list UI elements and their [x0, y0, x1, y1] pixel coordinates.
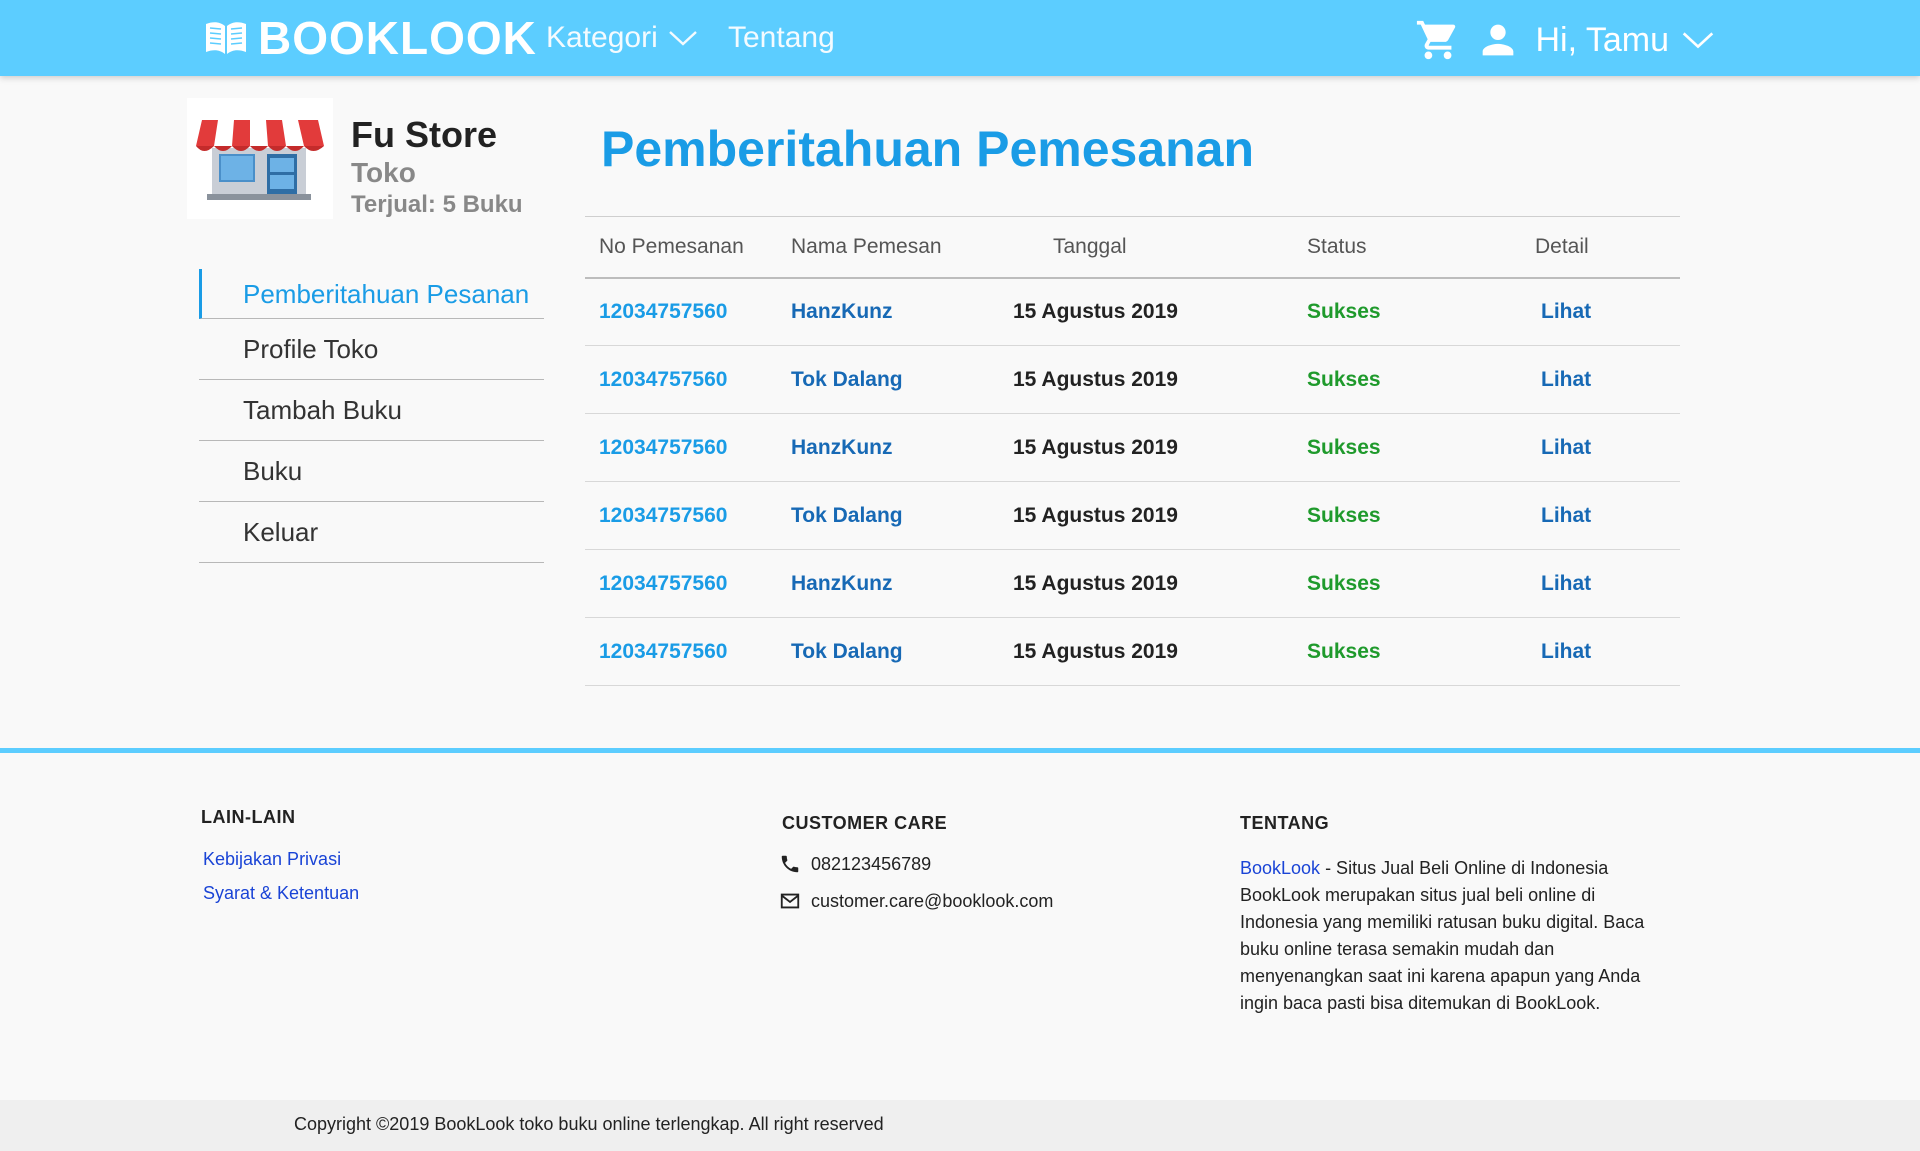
footer-email: customer.care@booklook.com — [779, 890, 1053, 912]
table-row: 12034757560 Tok Dalang 15 Agustus 2019 S… — [585, 481, 1680, 550]
column-header-tanggal: Tanggal — [1013, 216, 1307, 279]
email-address[interactable]: customer.care@booklook.com — [811, 891, 1053, 912]
footer-phone: 082123456789 — [779, 853, 931, 875]
detail-link[interactable]: Lihat — [1541, 504, 1591, 527]
column-header-status: Status — [1307, 216, 1535, 279]
table-row: 12034757560 HanzKunz 15 Agustus 2019 Suk… — [585, 549, 1680, 618]
nav-kategori-label: Kategori — [546, 21, 658, 54]
sidebar-item-profile-toko[interactable]: Profile Toko — [199, 319, 544, 380]
order-status: Sukses — [1307, 277, 1535, 346]
customer-name-link[interactable]: Tok Dalang — [791, 504, 903, 527]
order-date: 15 Agustus 2019 — [1013, 277, 1307, 346]
footer-heading-customer-care: CUSTOMER CARE — [782, 813, 948, 833]
order-date: 15 Agustus 2019 — [1013, 617, 1307, 686]
copyright-bar: Copyright ©2019 BookLook toko buku onlin… — [0, 1100, 1920, 1151]
order-status: Sukses — [1307, 549, 1535, 618]
cart-icon[interactable] — [1415, 17, 1461, 63]
order-status: Sukses — [1307, 617, 1535, 686]
page-title: Pemberitahuan Pemesanan — [601, 121, 1255, 177]
mail-icon — [780, 893, 800, 909]
customer-name-link[interactable]: HanzKunz — [791, 436, 893, 459]
phone-icon — [781, 855, 799, 873]
detail-link[interactable]: Lihat — [1541, 640, 1591, 663]
order-number-link[interactable]: 12034757560 — [599, 300, 727, 323]
chevron-down-icon[interactable] — [1681, 29, 1715, 51]
nav-tentang-label: Tentang — [728, 21, 835, 54]
order-status: Sukses — [1307, 481, 1535, 550]
customer-name-link[interactable]: Tok Dalang — [791, 640, 903, 663]
order-date: 15 Agustus 2019 — [1013, 549, 1307, 618]
column-header-no-pemesanan: No Pemesanan — [585, 216, 791, 279]
sidebar-item-pemberitahuan-pesanan[interactable]: Pemberitahuan Pesanan — [199, 269, 544, 319]
nav-tentang[interactable]: Tentang — [728, 18, 835, 58]
table-row: 12034757560 Tok Dalang 15 Agustus 2019 S… — [585, 345, 1680, 414]
customer-name-link[interactable]: HanzKunz — [791, 572, 893, 595]
footer: LAIN-LAIN Kebijakan Privasi Syarat & Ket… — [0, 748, 1920, 1100]
order-number-link[interactable]: 12034757560 — [599, 436, 727, 459]
footer-heading-lain-lain: LAIN-LAIN — [201, 807, 296, 827]
store-image — [187, 98, 333, 219]
detail-link[interactable]: Lihat — [1541, 436, 1591, 459]
order-date: 15 Agustus 2019 — [1013, 413, 1307, 482]
table-row: 12034757560 HanzKunz 15 Agustus 2019 Suk… — [585, 277, 1680, 346]
store-type: Toko — [351, 157, 416, 188]
nav-user-area: Hi, Tamu — [1415, 12, 1715, 68]
top-navbar: BOOKLOOK Kategori Tentang Hi, Tamu — [0, 0, 1920, 76]
detail-link[interactable]: Lihat — [1541, 572, 1591, 595]
copyright-text: Copyright ©2019 BookLook toko buku onlin… — [294, 1114, 884, 1134]
detail-link[interactable]: Lihat — [1541, 368, 1591, 391]
column-header-nama-pemesan: Nama Pemesan — [791, 216, 1013, 279]
order-date: 15 Agustus 2019 — [1013, 481, 1307, 550]
orders-table: No Pemesanan Nama Pemesan Tanggal Status… — [585, 216, 1680, 686]
customer-name-link[interactable]: Tok Dalang — [791, 368, 903, 391]
sidebar-menu: Pemberitahuan Pesanan Profile Toko Tamba… — [199, 269, 544, 563]
user-greeting[interactable]: Hi, Tamu — [1535, 21, 1669, 60]
order-date: 15 Agustus 2019 — [1013, 345, 1307, 414]
nav-kategori[interactable]: Kategori — [546, 18, 698, 58]
brand-name: BOOKLOOK — [258, 12, 537, 64]
sidebar-item-tambah-buku[interactable]: Tambah Buku — [199, 380, 544, 441]
order-number-link[interactable]: 12034757560 — [599, 572, 727, 595]
table-row: 12034757560 Tok Dalang 15 Agustus 2019 S… — [585, 617, 1680, 686]
order-number-link[interactable]: 12034757560 — [599, 640, 727, 663]
table-row: 12034757560 HanzKunz 15 Agustus 2019 Suk… — [585, 413, 1680, 482]
brand-logo[interactable]: BOOKLOOK — [204, 10, 537, 66]
store-sold-count: Terjual: 5 Buku — [351, 191, 523, 218]
store-icon — [196, 120, 324, 200]
customer-name-link[interactable]: HanzKunz — [791, 300, 893, 323]
detail-link[interactable]: Lihat — [1541, 300, 1591, 323]
sidebar-item-keluar[interactable]: Keluar — [199, 502, 544, 563]
footer-link-syarat-ketentuan[interactable]: Syarat & Ketentuan — [203, 883, 359, 904]
order-status: Sukses — [1307, 413, 1535, 482]
phone-number: 082123456789 — [811, 853, 932, 874]
column-header-detail: Detail — [1535, 216, 1680, 279]
footer-about-brand-link[interactable]: BookLook — [1240, 858, 1320, 878]
book-icon — [206, 22, 246, 54]
order-number-link[interactable]: 12034757560 — [599, 504, 727, 527]
order-status: Sukses — [1307, 345, 1535, 414]
footer-heading-tentang: TENTANG — [1240, 813, 1330, 833]
chevron-down-icon — [668, 31, 697, 46]
sidebar-item-buku[interactable]: Buku — [199, 441, 544, 502]
order-number-link[interactable]: 12034757560 — [599, 368, 727, 391]
table-header-row: No Pemesanan Nama Pemesan Tanggal Status… — [585, 216, 1680, 279]
footer-about-text: BookLook - Situs Jual Beli Online di Ind… — [1240, 855, 1650, 1017]
store-name: Fu Store — [351, 114, 498, 155]
footer-link-kebijakan-privasi[interactable]: Kebijakan Privasi — [203, 849, 341, 870]
footer-about-description: - Situs Jual Beli Online di Indonesia Bo… — [1240, 858, 1645, 1013]
user-icon[interactable] — [1475, 17, 1521, 63]
